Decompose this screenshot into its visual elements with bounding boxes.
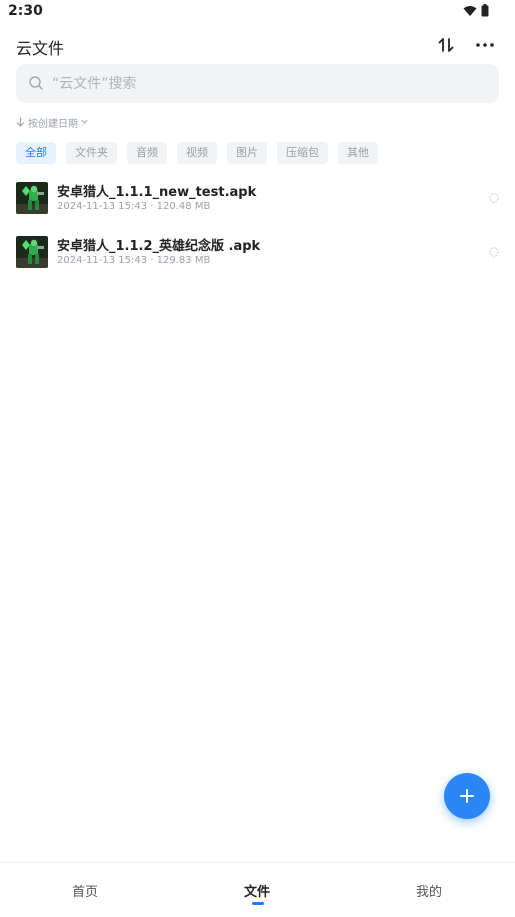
bottom-nav: 首页 文件 我的 [0,862,515,917]
search-bar[interactable] [16,64,499,103]
battery-icon [481,4,489,17]
select-circle-icon[interactable] [489,193,499,203]
chevron-down-icon [81,120,88,124]
select-circle-icon[interactable] [489,247,499,257]
file-meta: 2024-11-13 15:43 · 120.48 MB [57,201,211,212]
nav-item-files[interactable]: 文件 [227,881,287,900]
arrow-down-icon [16,117,25,127]
status-icons [463,4,489,17]
file-name: 安卓猎人_1.1.1_new_test.apk [57,185,257,200]
status-time: 2:30 [8,3,43,19]
sort-label: 按创建日期 [28,118,78,130]
filter-chips: 全部 文件夹 音频 视频 图片 压缩包 其他 [16,142,378,164]
sort-arrows-icon [438,38,454,52]
file-list-item[interactable]: 安卓猎人_1.1.2_英雄纪念版 .apk 2024-11-13 15:43 ·… [0,236,515,282]
filter-chip-all[interactable]: 全部 [16,142,56,164]
more-options-button[interactable] [474,34,496,56]
add-button[interactable] [444,773,490,819]
plus-icon [460,789,474,803]
filter-chip-other[interactable]: 其他 [338,142,378,164]
status-bar: 2:30 [0,0,515,24]
search-icon [29,76,43,90]
apk-icon [16,182,48,214]
filter-chip-video[interactable]: 视频 [177,142,217,164]
nav-item-home[interactable]: 首页 [55,881,115,900]
filter-chip-folder[interactable]: 文件夹 [66,142,117,164]
file-list-item[interactable]: 安卓猎人_1.1.1_new_test.apk 2024-11-13 15:43… [0,182,515,228]
apk-icon [16,236,48,268]
search-input[interactable] [52,64,482,103]
filter-chip-audio[interactable]: 音频 [127,142,167,164]
wifi-icon [463,5,477,16]
filter-chip-archive[interactable]: 压缩包 [277,142,328,164]
sort-selector[interactable]: 按创建日期 [16,115,88,130]
file-name: 安卓猎人_1.1.2_英雄纪念版 .apk [57,239,261,254]
nav-active-indicator [252,902,264,905]
nav-item-mine[interactable]: 我的 [399,881,459,900]
page-title: 云文件 [16,39,65,58]
app-bar: 云文件 [0,28,515,64]
more-dots-icon [476,43,494,47]
filter-chip-image[interactable]: 图片 [227,142,267,164]
sort-toggle-button[interactable] [435,34,457,56]
file-meta: 2024-11-13 15:43 · 129.83 MB [57,255,211,266]
